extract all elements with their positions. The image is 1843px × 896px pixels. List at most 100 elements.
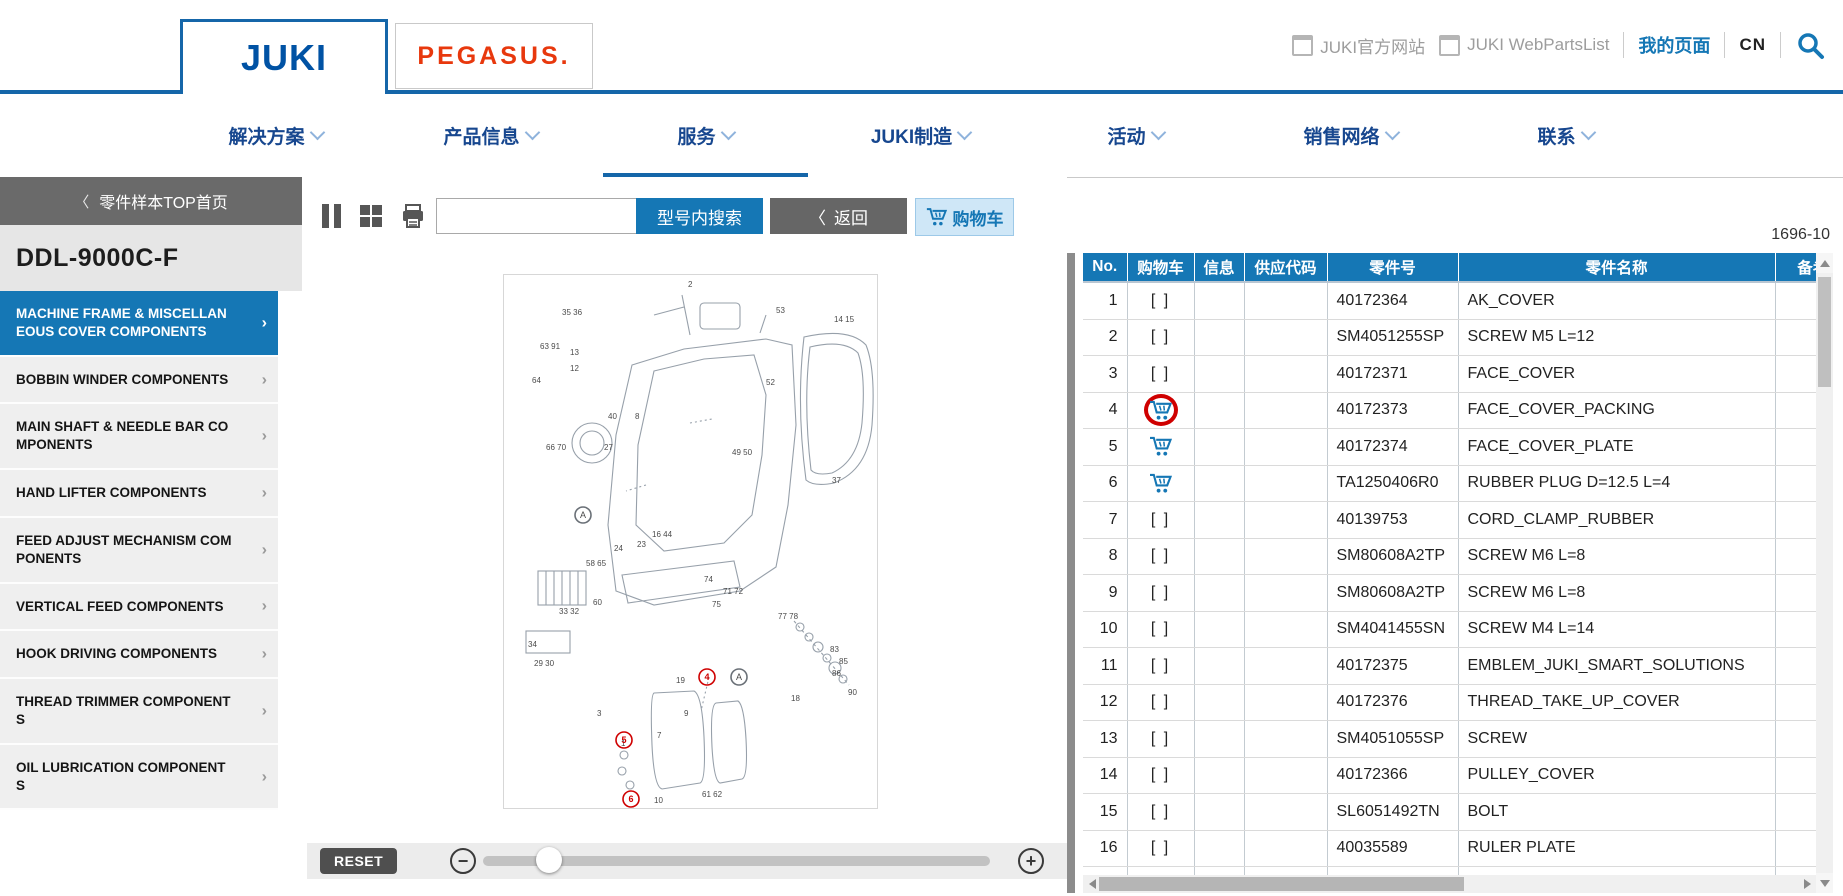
reset-button[interactable]: RESET [320, 848, 397, 874]
scroll-right-button[interactable] [1798, 875, 1816, 893]
sidebar-item-component-category[interactable]: HAND LIFTER COMPONENTS › [0, 470, 278, 518]
add-to-cart-cell[interactable]: [ ] [1127, 502, 1194, 539]
add-to-cart-cell[interactable] [1127, 429, 1194, 466]
link-juki-official-site[interactable]: JUKI官方网站 [1292, 33, 1425, 58]
search-icon[interactable] [1795, 30, 1825, 60]
sidebar-item-label: OIL LUBRICATION COMPONENTS [16, 760, 226, 793]
sidebar-item-component-category[interactable]: FEED ADJUST MECHANISM COMPONENTS › [0, 518, 278, 584]
sidebar-item-component-category[interactable]: BOBBIN WINDER COMPONENTS › [0, 357, 278, 405]
add-to-cart-cell[interactable]: [ ] [1127, 830, 1194, 867]
add-to-cart-cell[interactable]: [ ] [1127, 356, 1194, 393]
add-to-cart-cell[interactable]: [ ] [1127, 757, 1194, 794]
table-horizontal-scrollbar[interactable] [1083, 875, 1816, 893]
diagram-callout: 52 [766, 378, 775, 387]
section-marker: A [575, 507, 591, 523]
add-to-cart-cell[interactable]: [ ] [1127, 867, 1194, 876]
back-button[interactable]: 〈 返回 [770, 198, 907, 234]
nav-list: 解决方案 产品信息 服务 JUKI制造 活动 销售网络 联系 [168, 94, 1673, 177]
nav-item-label: 联系 [1537, 122, 1575, 149]
link-juki-webpartslist[interactable]: JUKI WebPartsList [1439, 35, 1609, 56]
horizontal-scroll-thumb[interactable] [1099, 877, 1464, 891]
circle-plus-icon[interactable]: + [1018, 848, 1044, 874]
info-cell [1194, 575, 1244, 612]
juki-logo[interactable]: JUKI [180, 19, 388, 94]
nav-item[interactable]: 销售网络 [1243, 94, 1458, 177]
cart-icon [926, 207, 947, 227]
scroll-down-button[interactable] [1816, 873, 1833, 893]
nav-item[interactable]: JUKI制造 [813, 94, 1028, 177]
sidebar-item-component-category[interactable]: OIL LUBRICATION COMPONENTS › [0, 745, 278, 811]
table-vertical-scrollbar[interactable] [1816, 253, 1833, 893]
supply-code-cell [1244, 611, 1327, 648]
sidebar-item-component-category[interactable]: HOOK DRIVING COMPONENTS › [0, 631, 278, 679]
supply-code-cell [1244, 502, 1327, 539]
note-cell [1775, 465, 1816, 502]
sidebar-item-component-category[interactable]: VERTICAL FEED COMPONENTS › [0, 584, 278, 632]
grid-view-icon[interactable] [360, 198, 382, 234]
add-to-cart-cell[interactable]: [ ] [1127, 794, 1194, 831]
diagram-callout: 13 [570, 348, 579, 357]
diagram-callout: 34 [528, 640, 537, 649]
model-search-input[interactable] [436, 198, 636, 234]
part-number-cell: 40172373 [1327, 392, 1458, 429]
table-row: 17 [ ] SM4040855SP SCREW [1083, 867, 1816, 876]
info-cell [1194, 867, 1244, 876]
zoom-slider[interactable] [483, 856, 990, 866]
cart-icon[interactable] [1149, 436, 1172, 457]
print-icon[interactable] [400, 198, 426, 234]
nav-item[interactable]: 联系 [1458, 94, 1673, 177]
note-cell [1775, 721, 1816, 758]
column-header-info: 信息 [1194, 253, 1244, 282]
column-header-note: 备考 [1775, 253, 1816, 282]
sidebar-item-component-category[interactable]: MACHINE FRAME & MISCELLANEOUS COVER COMP… [0, 291, 278, 357]
my-page-link[interactable]: 我的页面 [1638, 32, 1710, 58]
add-to-cart-cell[interactable]: [ ] [1127, 319, 1194, 356]
add-to-cart-cell[interactable]: [ ] [1127, 538, 1194, 575]
model-search-button[interactable]: 型号内搜索 [636, 198, 763, 234]
diagram-callout: 12 [570, 364, 579, 373]
diagram-canvas: 235 365314 1563 91131252644082766 703749… [504, 275, 877, 808]
diagram-callout: 2 [688, 280, 693, 289]
zoom-slider-thumb[interactable] [536, 847, 562, 873]
svg-text:4: 4 [704, 672, 709, 682]
cart-button[interactable]: 购物车 [915, 198, 1014, 236]
add-to-cart-cell[interactable]: [ ] [1127, 282, 1194, 319]
nav-item[interactable]: 服务 [598, 94, 813, 177]
svg-text:6: 6 [628, 794, 633, 804]
add-to-cart-cell[interactable]: [ ] [1127, 611, 1194, 648]
table-row: 16 [ ] 40035589 RULER PLATE [1083, 830, 1816, 867]
cart-icon[interactable] [1149, 400, 1172, 421]
scroll-up-button[interactable] [1816, 253, 1833, 273]
add-to-cart-cell[interactable] [1127, 392, 1194, 429]
add-to-cart-cell[interactable]: [ ] [1127, 575, 1194, 612]
info-cell [1194, 429, 1244, 466]
nav-item[interactable]: 产品信息 [383, 94, 598, 177]
sidebar-item-component-category[interactable]: THREAD TRIMMER COMPONENTS › [0, 679, 278, 745]
add-to-cart-cell[interactable] [1127, 465, 1194, 502]
diagram-callout: 23 [637, 540, 646, 549]
sidebar-item-component-category[interactable]: MAIN SHAFT & NEEDLE BAR COMPONENTS › [0, 404, 278, 470]
part-name-cell: BOLT [1458, 794, 1775, 831]
language-selector[interactable]: CN [1739, 35, 1766, 55]
diagram-callout: 33 32 [559, 607, 580, 616]
exploded-parts-diagram[interactable]: 235 365314 1563 91131252644082766 703749… [503, 274, 878, 809]
nav-item[interactable]: 解决方案 [168, 94, 383, 177]
model-title: DDL-9000C-F [16, 244, 178, 273]
table-row: 3 [ ] 40172371 FACE_COVER [1083, 356, 1816, 393]
parts-catalog-top-link[interactable]: 〈 零件样本TOP首页 [0, 177, 302, 225]
info-cell [1194, 282, 1244, 319]
add-to-cart-cell[interactable]: [ ] [1127, 684, 1194, 721]
note-cell [1775, 319, 1816, 356]
part-number-cell: SM4040855SP [1327, 867, 1458, 876]
pause-icon[interactable] [322, 198, 341, 234]
diagram-callout: 3 [597, 709, 602, 718]
add-to-cart-cell[interactable]: [ ] [1127, 648, 1194, 685]
circle-minus-icon[interactable]: − [450, 848, 476, 874]
nav-item[interactable]: 活动 [1028, 94, 1243, 177]
pegasus-logo[interactable]: PEGASUS. [395, 23, 593, 89]
note-cell [1775, 867, 1816, 876]
cart-icon[interactable] [1149, 473, 1172, 494]
vertical-scroll-thumb[interactable] [1818, 277, 1831, 387]
diagram-callout: 40 [608, 412, 617, 421]
add-to-cart-cell[interactable]: [ ] [1127, 721, 1194, 758]
